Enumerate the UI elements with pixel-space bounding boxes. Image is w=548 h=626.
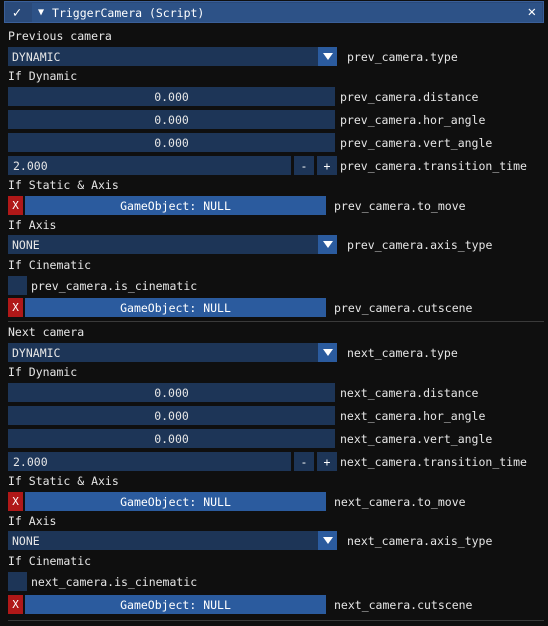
prev-cutscene-clear-button[interactable]: X (8, 298, 23, 317)
next-distance-field[interactable]: 0.000 (8, 383, 335, 402)
prev-transition-field[interactable]: 2.000 (8, 156, 291, 175)
next-transition-value: 2.000 (13, 454, 48, 469)
next-vert-angle-value: 0.000 (154, 431, 189, 446)
prev-transition-plus-button[interactable]: + (317, 156, 337, 175)
close-icon: X (12, 495, 19, 508)
prev-cutscene-label: prev_camera.cutscene (334, 301, 473, 315)
next-if-static-axis-label: If Static & Axis (8, 474, 119, 488)
next-to-move-label: next_camera.to_move (334, 495, 466, 509)
prev-hor-angle-field[interactable]: 0.000 (8, 110, 335, 129)
section-title-previous: Previous camera (8, 29, 112, 43)
prev-type-value: DYNAMIC (12, 49, 61, 64)
next-to-move-value: GameObject: NULL (120, 494, 231, 509)
prev-cutscene-value: GameObject: NULL (120, 300, 231, 315)
prev-axis-type-dropdown-button[interactable] (318, 235, 337, 254)
prev-to-move-object-field[interactable]: GameObject: NULL (25, 196, 326, 215)
section-separator (8, 321, 544, 322)
prev-is-cinematic-checkbox[interactable] (8, 276, 27, 295)
close-icon: X (12, 199, 19, 212)
chevron-down-icon (322, 537, 333, 544)
next-distance-value: 0.000 (154, 385, 189, 400)
prev-if-axis-label: If Axis (8, 218, 57, 232)
component-title-bar[interactable]: ▼ TriggerCamera (Script) ✕ (32, 3, 542, 22)
next-transition-label: next_camera.transition_time (340, 455, 527, 469)
next-if-axis-label: If Axis (8, 514, 57, 528)
next-transition-minus-button[interactable]: - (294, 452, 314, 471)
triangle-down-icon[interactable]: ▼ (38, 7, 44, 18)
bottom-separator (8, 620, 544, 621)
prev-if-cinematic-label: If Cinematic (8, 258, 92, 272)
section-title-next: Next camera (8, 325, 85, 339)
next-type-label: next_camera.type (347, 346, 458, 360)
check-icon: ✓ (12, 4, 22, 21)
next-is-cinematic-checkbox[interactable] (8, 572, 27, 591)
next-cutscene-value: GameObject: NULL (120, 597, 231, 612)
next-to-move-clear-button[interactable]: X (8, 492, 23, 511)
next-cutscene-label: next_camera.cutscene (334, 598, 473, 612)
next-if-cinematic-label: If Cinematic (8, 554, 92, 568)
prev-if-dynamic-label: If Dynamic (8, 69, 78, 83)
next-type-combo[interactable]: DYNAMIC (8, 343, 337, 362)
prev-transition-label: prev_camera.transition_time (340, 159, 527, 173)
prev-cutscene-object-field[interactable]: GameObject: NULL (25, 298, 326, 317)
prev-transition-value: 2.000 (13, 158, 48, 173)
next-axis-type-label: next_camera.axis_type (347, 534, 493, 548)
plus-icon: + (323, 454, 331, 469)
prev-axis-type-label: prev_camera.axis_type (347, 238, 493, 252)
next-type-value: DYNAMIC (12, 345, 61, 360)
close-icon[interactable]: ✕ (528, 4, 536, 20)
next-hor-angle-value: 0.000 (154, 408, 189, 423)
next-axis-type-value: NONE (12, 533, 40, 548)
next-cutscene-object-field[interactable]: GameObject: NULL (25, 595, 326, 614)
next-vert-angle-label: next_camera.vert_angle (340, 432, 493, 446)
minus-icon: - (300, 454, 308, 469)
next-transition-plus-button[interactable]: + (317, 452, 337, 471)
prev-distance-label: prev_camera.distance (340, 90, 479, 104)
chevron-down-icon (322, 241, 333, 248)
next-hor-angle-label: next_camera.hor_angle (340, 409, 486, 423)
prev-is-cinematic-label: prev_camera.is_cinematic (31, 279, 198, 293)
prev-to-move-label: prev_camera.to_move (334, 199, 466, 213)
prev-to-move-value: GameObject: NULL (120, 198, 231, 213)
prev-type-combo[interactable]: DYNAMIC (8, 47, 337, 66)
prev-distance-value: 0.000 (154, 89, 189, 104)
prev-type-label: prev_camera.type (347, 50, 458, 64)
close-icon: X (12, 598, 19, 611)
component-title: TriggerCamera (Script) (52, 5, 205, 20)
plus-icon: + (323, 158, 331, 173)
prev-hor-angle-value: 0.000 (154, 112, 189, 127)
prev-vert-angle-field[interactable]: 0.000 (8, 133, 335, 152)
prev-vert-angle-value: 0.000 (154, 135, 189, 150)
next-distance-label: next_camera.distance (340, 386, 479, 400)
enable-checkbox[interactable]: ✓ (6, 3, 28, 22)
prev-if-static-axis-label: If Static & Axis (8, 178, 119, 192)
next-axis-type-dropdown-button[interactable] (318, 531, 337, 550)
prev-transition-minus-button[interactable]: - (294, 156, 314, 175)
next-axis-type-combo[interactable]: NONE (8, 531, 337, 550)
next-type-dropdown-button[interactable] (318, 343, 337, 362)
prev-to-move-clear-button[interactable]: X (8, 196, 23, 215)
prev-axis-type-combo[interactable]: NONE (8, 235, 337, 254)
next-vert-angle-field[interactable]: 0.000 (8, 429, 335, 448)
prev-distance-field[interactable]: 0.000 (8, 87, 335, 106)
next-is-cinematic-label: next_camera.is_cinematic (31, 575, 198, 589)
prev-type-dropdown-button[interactable] (318, 47, 337, 66)
prev-axis-type-value: NONE (12, 237, 40, 252)
next-if-dynamic-label: If Dynamic (8, 365, 78, 379)
close-icon: X (12, 301, 19, 314)
chevron-down-icon (322, 53, 333, 60)
prev-hor-angle-label: prev_camera.hor_angle (340, 113, 486, 127)
chevron-down-icon (322, 349, 333, 356)
next-cutscene-clear-button[interactable]: X (8, 595, 23, 614)
next-transition-field[interactable]: 2.000 (8, 452, 291, 471)
prev-vert-angle-label: prev_camera.vert_angle (340, 136, 493, 150)
next-to-move-object-field[interactable]: GameObject: NULL (25, 492, 326, 511)
next-hor-angle-field[interactable]: 0.000 (8, 406, 335, 425)
minus-icon: - (300, 158, 308, 173)
